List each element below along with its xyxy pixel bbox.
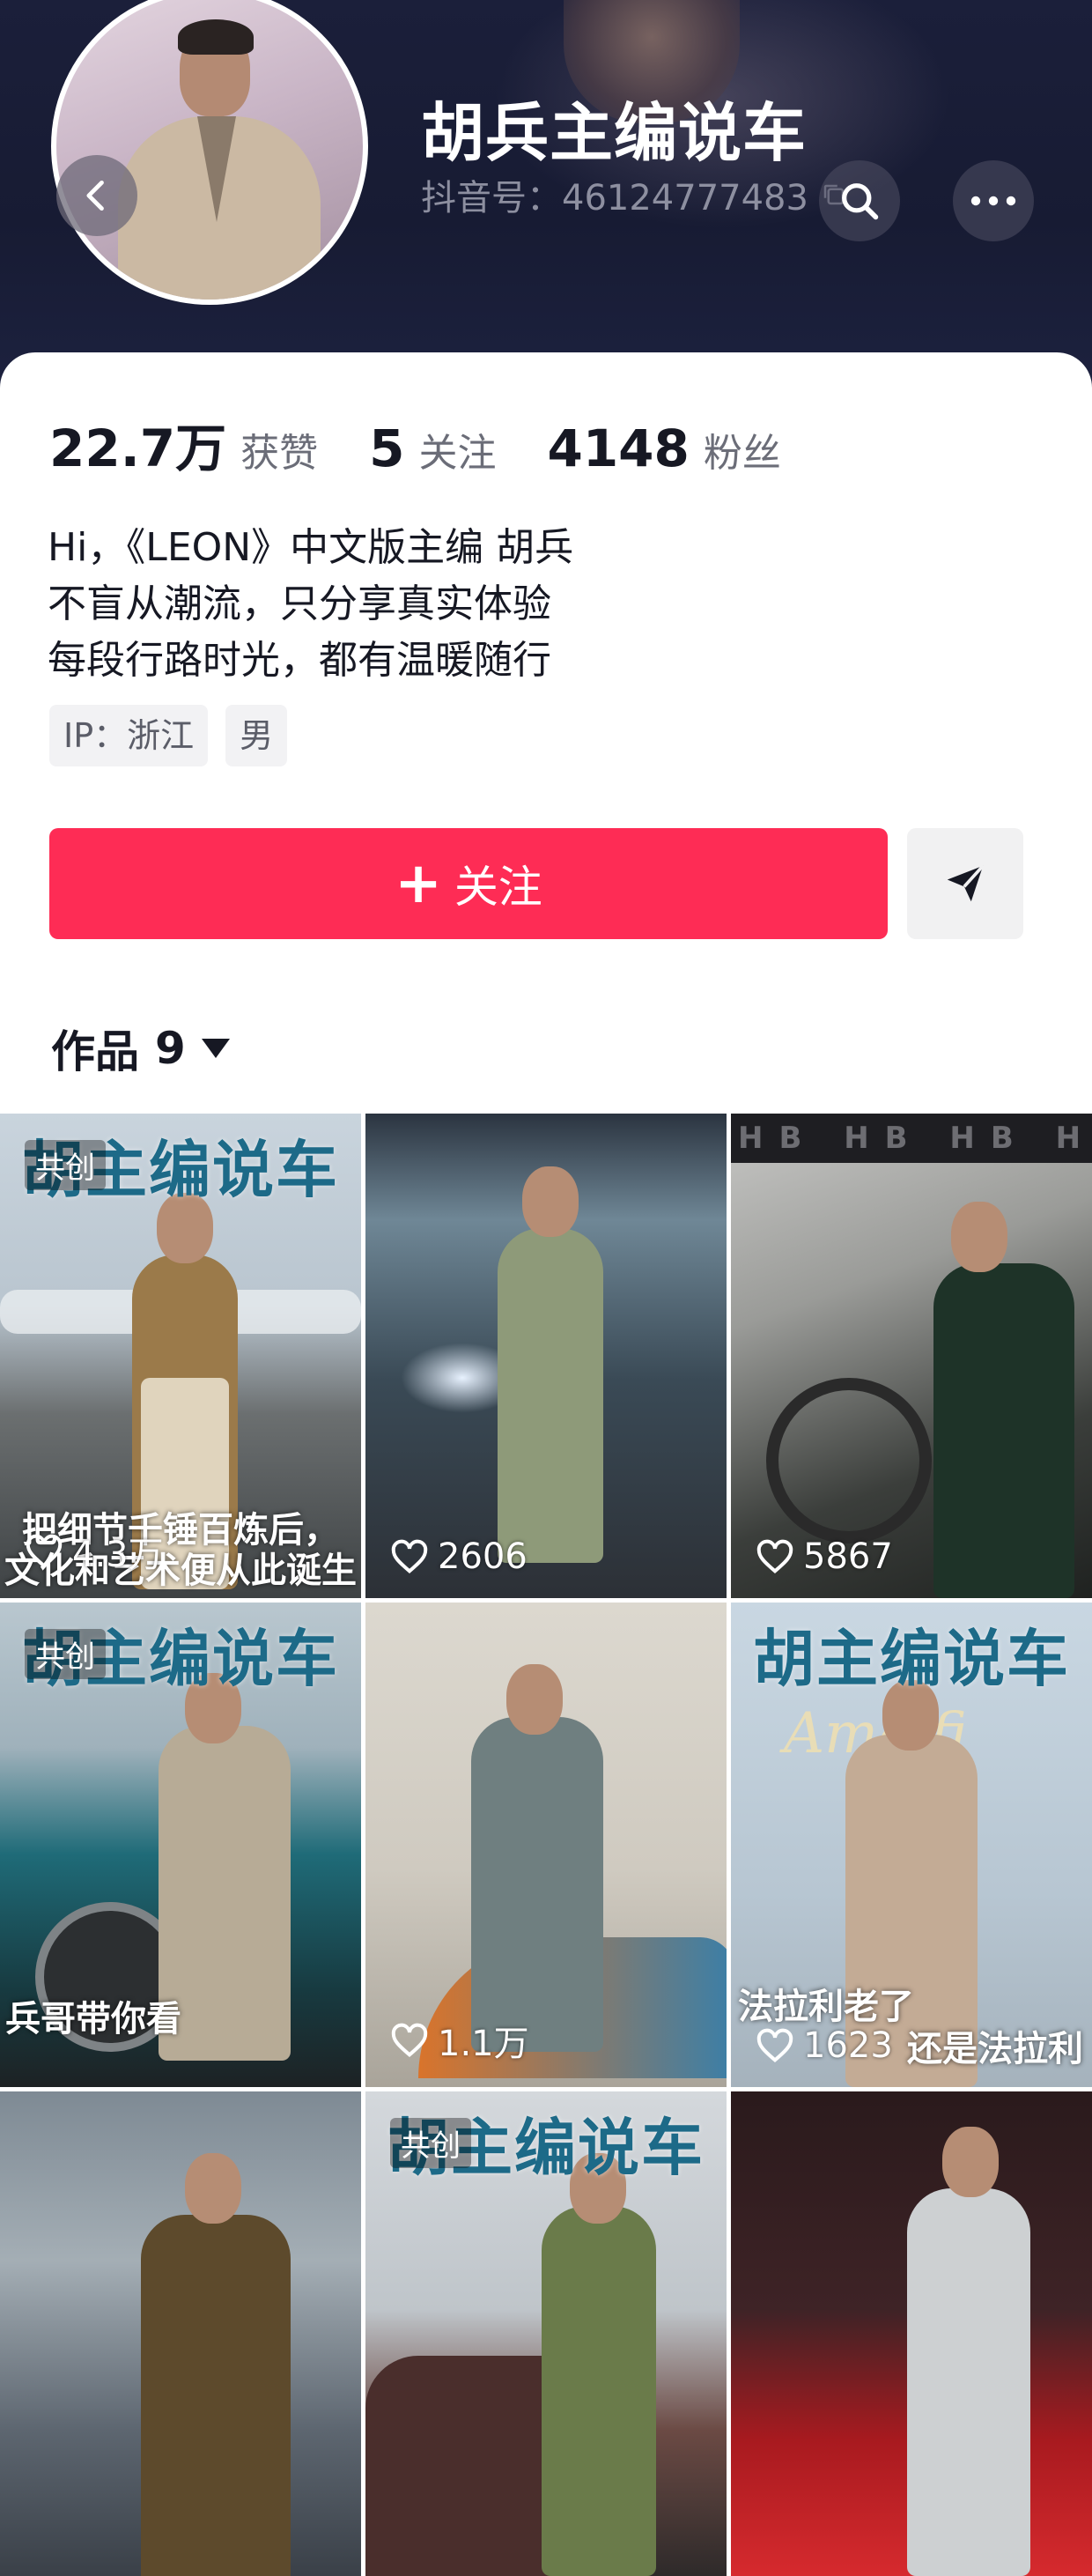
paper-plane-icon xyxy=(947,864,985,902)
bio-line: 每段行路时光，都有温暖随行 xyxy=(48,638,551,683)
stat-number: 4148 xyxy=(547,418,690,478)
video-tile[interactable]: 胡主编说车 共创 兵哥带你看 xyxy=(0,1603,361,2087)
stat-label: 关注 xyxy=(418,431,497,476)
profile-name: 胡兵主编说车 xyxy=(421,96,808,170)
works-count: 9 xyxy=(155,1023,186,1074)
profile-tags: IP：浙江 男 xyxy=(49,705,305,766)
bio-line: 不盲从潮流，只分享真实体验 xyxy=(48,581,551,626)
like-count: 2606 xyxy=(390,1536,528,1577)
heart-icon xyxy=(391,1539,428,1573)
douyin-id[interactable]: 抖音号：46124777483 xyxy=(421,169,847,220)
search-icon xyxy=(842,183,879,220)
video-tile[interactable]: 胡主编说车 共创 xyxy=(365,2091,727,2576)
video-tile[interactable] xyxy=(0,2091,361,2576)
stat-followers[interactable]: 4148 粉丝 xyxy=(547,418,780,478)
like-count-text: 1623 xyxy=(803,2025,893,2066)
stat-likes[interactable]: 22.7万 获赞 xyxy=(49,407,318,481)
search-button[interactable] xyxy=(819,160,900,241)
like-count: 1.1万 xyxy=(390,2015,529,2066)
works-label: 作品 xyxy=(51,1026,139,1077)
video-grid: 胡主编说车 共创 把细节千锤百炼后， 文化和艺术便从此诞生 4.3万 2606 … xyxy=(0,1114,1092,2576)
stat-following[interactable]: 5 关注 xyxy=(369,418,496,478)
more-icon xyxy=(970,196,1016,206)
like-count-text: 2606 xyxy=(438,1536,528,1577)
like-count-text: 4.3万 xyxy=(72,1535,164,1575)
stat-number: 5 xyxy=(369,418,405,478)
video-tile[interactable]: HB HB HB HB HB HB 5867 xyxy=(731,1114,1092,1598)
stat-number: 22.7万 xyxy=(49,418,227,478)
follow-button[interactable]: + 关注 xyxy=(49,828,888,939)
tag-gender: 男 xyxy=(225,705,288,766)
bio-line: Hi，《LEON》中文版主编 胡兵 xyxy=(48,525,574,570)
stat-label: 获赞 xyxy=(240,431,319,476)
video-tile[interactable]: Amalfi 胡主编说车 法拉利老了 还是法拉利 1623 xyxy=(731,1603,1092,2087)
send-message-button[interactable] xyxy=(907,828,1023,939)
caret-down-icon xyxy=(201,1039,230,1058)
douyin-id-text: 抖音号：46124777483 xyxy=(421,178,808,218)
video-tile[interactable]: 胡主编说车 共创 把细节千锤百炼后， 文化和艺术便从此诞生 4.3万 xyxy=(0,1114,361,1598)
bio: Hi，《LEON》中文版主编 胡兵 不盲从潮流，只分享真实体验 每段行路时光，都… xyxy=(48,520,573,689)
more-button[interactable] xyxy=(953,160,1034,241)
cocreate-badge: 共创 xyxy=(25,1140,106,1190)
heart-icon xyxy=(756,2028,793,2062)
like-count-text: 1.1万 xyxy=(438,2024,529,2064)
tag-ip: IP：浙江 xyxy=(49,705,209,766)
like-count: 1623 xyxy=(756,2025,893,2066)
cocreate-badge: 共创 xyxy=(390,2118,471,2168)
watermark-strip: HB HB HB HB HB HB xyxy=(731,1114,1092,1163)
like-count-text: 5867 xyxy=(803,1536,893,1577)
back-button[interactable] xyxy=(56,155,137,236)
stat-label: 粉丝 xyxy=(703,431,781,476)
avatar[interactable] xyxy=(51,0,368,305)
plus-icon: + xyxy=(395,851,442,916)
heart-icon xyxy=(756,1539,793,1573)
profile-stats: 22.7万 获赞 5 关注 4148 粉丝 xyxy=(49,407,832,481)
heart-icon xyxy=(26,1534,63,1568)
video-tile[interactable] xyxy=(731,2091,1092,2576)
chevron-left-icon xyxy=(86,180,104,211)
like-count: 4.3万 xyxy=(25,1526,164,1577)
tab-works[interactable]: 作品 9 xyxy=(51,1017,230,1080)
profile-header: 胡兵主编说车 抖音号：46124777483 xyxy=(0,0,1092,405)
profile-card: 22.7万 获赞 5 关注 4148 粉丝 Hi，《LEON》中文版主编 胡兵 … xyxy=(0,352,1092,1110)
video-tile[interactable]: 2606 xyxy=(365,1114,727,1598)
video-tile[interactable]: 1.1万 xyxy=(365,1603,727,2087)
heart-icon xyxy=(391,2023,428,2057)
like-count: 5867 xyxy=(756,1536,893,1577)
video-banner: 胡主编说车 xyxy=(753,1623,1070,1695)
video-caption: 兵哥带你看 xyxy=(5,1999,181,2039)
follow-label: 关注 xyxy=(454,862,542,913)
cocreate-badge: 共创 xyxy=(25,1629,106,1679)
